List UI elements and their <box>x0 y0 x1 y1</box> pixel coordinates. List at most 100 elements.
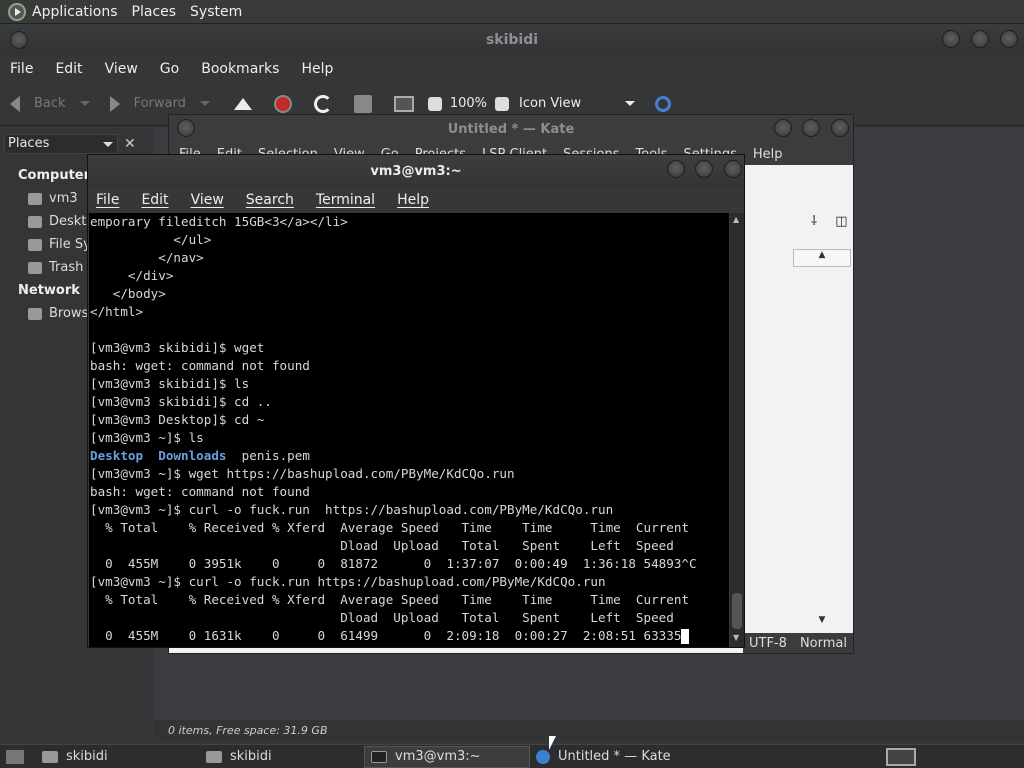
home-folder-icon[interactable] <box>353 94 372 113</box>
terminal-line: [vm3@vm3 Desktop]$ cd ~ <box>90 411 729 429</box>
back-button[interactable]: Back <box>10 95 90 112</box>
places-select[interactable]: Places <box>4 134 118 154</box>
close-icon[interactable]: ✕ <box>124 136 136 152</box>
scrollbar-thumb[interactable] <box>732 593 742 629</box>
sidebar-item-desktop[interactable]: Deskt <box>28 214 86 229</box>
close-icon[interactable] <box>724 160 742 178</box>
terminal-line-text: Dload Upload Total Spent Left Speed <box>90 610 674 625</box>
menu-edit[interactable]: Edit <box>55 61 82 77</box>
terminal-line-text: Dload Upload Total Spent Left Speed <box>90 538 674 553</box>
input-mode-button[interactable]: Normal <box>800 636 847 651</box>
workspace-switcher-icon[interactable] <box>886 748 916 766</box>
minimize-icon[interactable] <box>666 160 685 178</box>
scroll-down-icon[interactable]: ▼ <box>733 633 739 642</box>
scroll-up-icon[interactable]: ▲ <box>733 215 739 224</box>
terminal-icon <box>371 750 387 763</box>
terminal-line: [vm3@vm3 skibidi]$ cd .. <box>90 393 729 411</box>
kate-window-title: Untitled * — Kate <box>447 121 575 137</box>
terminal-line: [vm3@vm3 skibidi]$ wget <box>90 339 729 357</box>
maximize-icon[interactable] <box>802 119 821 137</box>
sidebar-item-browse-network[interactable]: Brows <box>28 306 88 321</box>
kate-menu-help[interactable]: Help <box>753 147 783 162</box>
terminal-line-text: [vm3@vm3 ~]$ ls <box>90 430 204 445</box>
terminal-line-text: </ul> <box>90 232 212 247</box>
terminal-scrollbar[interactable]: ▲ ▼ <box>730 213 744 647</box>
terminal-line: </nav> <box>90 249 729 267</box>
kate-statusbar: UTF-8 Normal <box>743 633 853 653</box>
terminal-line-text: emporary fileditch 15GB<3</a></li> <box>90 214 348 229</box>
menu-bookmarks[interactable]: Bookmarks <box>201 61 279 77</box>
kate-titlebar[interactable]: Untitled * — Kate <box>169 115 853 143</box>
stop-icon[interactable] <box>273 94 292 113</box>
menu-go[interactable]: Go <box>160 61 179 77</box>
sidebar-item-filesystem[interactable]: File Sy <box>28 237 91 252</box>
distro-logo-icon[interactable] <box>8 2 26 21</box>
sidebar-item-trash[interactable]: Trash <box>28 260 83 275</box>
close-icon[interactable] <box>1000 30 1018 48</box>
zoom-out-icon[interactable] <box>427 96 442 111</box>
terminal-line: % Total % Received % Xferd Average Speed… <box>90 519 729 537</box>
drive-icon <box>28 238 42 251</box>
taskbar-item-skibidi-2[interactable]: skibidi <box>200 746 364 768</box>
up-icon[interactable] <box>233 97 252 110</box>
sidebar-item-vm3[interactable]: vm3 <box>28 191 78 206</box>
taskbar-item-skibidi-1[interactable]: skibidi <box>36 746 200 768</box>
terminal-line: 0 455M 0 1631k 0 0 61499 0 2:09:18 0:00:… <box>90 627 729 645</box>
menu-help[interactable]: Help <box>301 61 333 77</box>
text-cursor <box>681 629 690 644</box>
file-manager-titlebar[interactable]: skibidi <box>0 24 1024 56</box>
sidebar-section-network: Network <box>18 283 80 298</box>
search-icon[interactable] <box>655 95 672 112</box>
view-mode-select[interactable]: Icon View <box>519 96 636 111</box>
terminal-line: </ul> <box>90 231 729 249</box>
terminal-titlebar[interactable]: vm3@vm3:~ <box>88 155 744 187</box>
split-view-icon[interactable]: ◫ <box>835 214 847 229</box>
taskbar: skibidi skibidi vm3@vm3:~ Untitled * — K… <box>0 744 1024 768</box>
window-menu-icon[interactable] <box>10 31 28 49</box>
minimize-icon[interactable] <box>773 119 792 137</box>
close-icon[interactable] <box>831 119 849 137</box>
minimize-icon[interactable] <box>942 30 961 48</box>
terminal-menu-help[interactable]: Help <box>397 192 429 208</box>
terminal-line: emporary fileditch 15GB<3</a></li> <box>90 213 729 231</box>
maximize-icon[interactable] <box>971 30 990 48</box>
terminal-line-text: </nav> <box>90 250 204 265</box>
terminal-window: vm3@vm3:~ File Edit View Search Terminal… <box>87 154 745 648</box>
menu-view[interactable]: View <box>105 61 138 77</box>
maximize-icon[interactable] <box>695 160 714 178</box>
menu-file[interactable]: File <box>10 61 33 77</box>
window-menu-icon[interactable] <box>177 119 195 137</box>
forward-button[interactable]: Forward <box>109 95 210 112</box>
encoding-button[interactable]: UTF-8 <box>749 636 787 651</box>
reload-icon[interactable] <box>313 94 332 113</box>
terminal-line: [vm3@vm3 ~]$ curl -o fuck.run https://ba… <box>90 501 729 519</box>
pin-icon[interactable]: ⸸ <box>811 214 817 229</box>
terminal-output[interactable]: emporary fileditch 15GB<3</a></li> </ul>… <box>89 213 729 647</box>
show-desktop-icon[interactable] <box>6 749 24 764</box>
terminal-menu-search[interactable]: Search <box>246 192 294 208</box>
computer-icon[interactable] <box>393 95 414 112</box>
window-title: skibidi <box>485 32 539 48</box>
terminal-line-text: % Total % Received % Xferd Average Speed… <box>90 520 689 535</box>
terminal-menu-edit[interactable]: Edit <box>141 192 168 208</box>
scroll-up-icon[interactable]: ▲ <box>793 249 851 267</box>
menu-applications[interactable]: Applications <box>32 4 118 20</box>
menu-places[interactable]: Places <box>132 4 177 20</box>
zoom-in-icon[interactable] <box>495 96 510 111</box>
status-bar: 0 items, Free space: 31.9 GB <box>154 720 1024 742</box>
terminal-line-text: [vm3@vm3 ~]$ wget https://bashupload.com… <box>90 466 515 481</box>
terminal-line-text: bash: wget: command not found <box>90 484 310 499</box>
folder-icon <box>42 750 58 763</box>
taskbar-item-terminal[interactable]: vm3@vm3:~ <box>364 745 530 768</box>
terminal-line: [vm3@vm3 ~]$ ls <box>90 429 729 447</box>
terminal-menu-view[interactable]: View <box>191 192 224 208</box>
folder-icon <box>206 750 222 763</box>
terminal-menu-file[interactable]: File <box>96 192 119 208</box>
menu-system[interactable]: System <box>190 4 242 20</box>
terminal-line: Desktop Downloads penis.pem <box>90 447 729 465</box>
terminal-menu-terminal[interactable]: Terminal <box>316 192 375 208</box>
scroll-down-icon[interactable]: ▼ <box>793 615 851 625</box>
terminal-line-text: bash: wget: command not found <box>90 358 310 373</box>
terminal-window-title: vm3@vm3:~ <box>370 163 462 179</box>
